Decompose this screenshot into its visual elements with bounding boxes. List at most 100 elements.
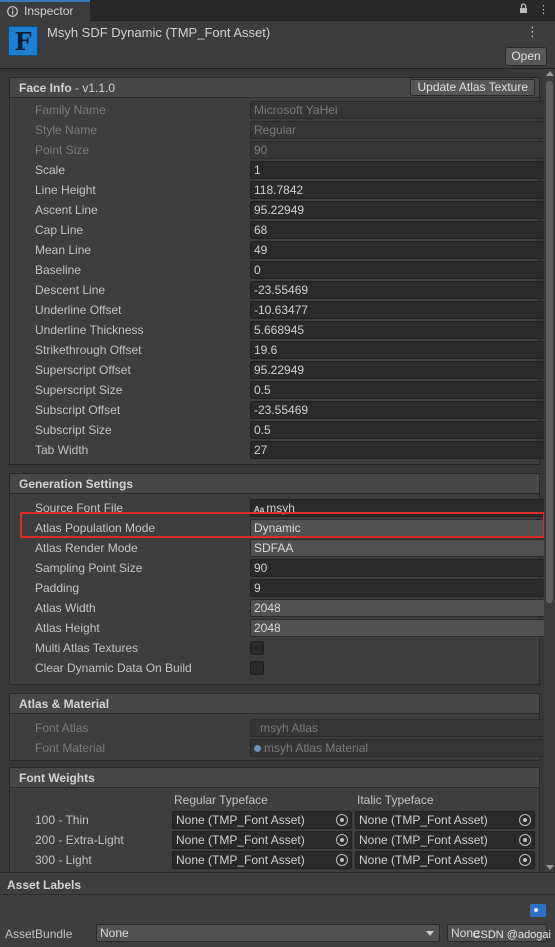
field-label: Baseline — [35, 263, 82, 277]
generation-settings-header[interactable]: Generation Settings — [10, 474, 539, 494]
italic-typeface-header: Italic Typeface — [357, 793, 434, 807]
clear-dynamic-checkbox[interactable] — [250, 661, 264, 675]
face-info-row: Superscript Size 0.5 — [34, 380, 544, 400]
font-weight-label: 200 - Extra-Light — [35, 833, 124, 847]
italic-typeface-value: None (TMP_Font Asset) — [359, 833, 488, 847]
face-info-row: Family Name Microsoft YaHei — [34, 100, 544, 120]
multi-atlas-row: Multi Atlas Textures — [34, 638, 539, 658]
multi-atlas-checkbox[interactable] — [250, 641, 264, 655]
assetbundle-dropdown[interactable]: None — [96, 924, 440, 942]
field-label: Subscript Offset — [35, 403, 121, 417]
kebab-menu-icon[interactable]: ⋮ — [526, 24, 539, 40]
atlas-width-dropdown[interactable]: 2048 — [250, 599, 544, 617]
field-value[interactable]: 118.7842 — [250, 181, 544, 199]
field-value[interactable]: 49 — [250, 241, 544, 259]
field-value: 90 — [250, 141, 544, 159]
field-label: Subscript Size — [35, 423, 112, 437]
field-label: Underline Thickness — [35, 323, 144, 337]
font-weights-columns: Regular Typeface Italic Typeface — [34, 790, 539, 810]
atlas-height-label: Atlas Height — [35, 621, 100, 635]
field-value[interactable]: 1 — [250, 161, 544, 179]
field-label: Superscript Size — [35, 383, 123, 397]
field-value[interactable]: -23.55469 — [250, 281, 544, 299]
chevron-down-icon — [426, 931, 434, 936]
field-label: Family Name — [35, 103, 106, 117]
field-value[interactable]: 68 — [250, 221, 544, 239]
vertical-scrollbar[interactable] — [544, 69, 555, 872]
face-info-row: Underline Thickness 5.668945 — [34, 320, 544, 340]
padding-label: Padding — [35, 581, 80, 595]
font-weights-header[interactable]: Font Weights — [10, 768, 539, 788]
field-value[interactable]: 5.668945 — [250, 321, 544, 339]
font-material-value: msyh Atlas Material — [264, 741, 369, 755]
font-asset-icon: F — [8, 26, 38, 56]
asset-labels-panel: Asset Labels AssetBundle None None CSDN … — [0, 872, 555, 947]
face-info-row: Baseline 0 — [34, 260, 544, 280]
field-value[interactable]: 95.22949 — [250, 201, 544, 219]
scroll-thumb[interactable] — [546, 81, 553, 603]
field-value[interactable]: 27 — [250, 441, 544, 459]
font-material-field: msyh Atlas Material — [250, 739, 544, 757]
object-picker-icon[interactable] — [336, 854, 348, 866]
field-value: Regular — [250, 121, 544, 139]
atlas-material-header[interactable]: Atlas & Material — [10, 694, 539, 714]
object-picker-icon[interactable] — [519, 834, 531, 846]
lock-icon[interactable] — [519, 3, 528, 14]
object-picker-icon[interactable] — [519, 814, 531, 826]
field-value[interactable]: 95.22949 — [250, 361, 544, 379]
more-options-icon[interactable]: ⋮ — [538, 3, 549, 16]
clear-dynamic-row: Clear Dynamic Data On Build — [34, 658, 539, 678]
regular-typeface-field[interactable]: None (TMP_Font Asset) — [172, 851, 352, 869]
tab-inspector[interactable]: Inspector — [0, 0, 90, 21]
watermark: CSDN @adogai — [472, 929, 551, 941]
render-mode-dropdown[interactable]: SDFAA — [250, 539, 544, 557]
atlas-height-row: Atlas Height 2048 — [34, 618, 544, 638]
render-mode-label: Atlas Render Mode — [35, 541, 138, 555]
italic-typeface-field[interactable]: None (TMP_Font Asset) — [355, 851, 535, 869]
field-label: Tab Width — [35, 443, 89, 457]
regular-typeface-field[interactable]: None (TMP_Font Asset) — [172, 811, 352, 829]
update-atlas-texture-button[interactable]: Update Atlas Texture — [410, 79, 535, 96]
field-value[interactable]: 0 — [250, 261, 544, 279]
field-value[interactable]: -23.55469 — [250, 401, 544, 419]
render-mode-row: Atlas Render Mode SDFAA — [34, 538, 544, 558]
scroll-down-icon[interactable] — [546, 865, 554, 870]
regular-typeface-header: Regular Typeface — [174, 793, 268, 807]
field-label: Strikethrough Offset — [35, 343, 142, 357]
font-atlas-row: Font Atlas msyh Atlas — [34, 718, 544, 738]
tab-bar: Inspector ⋮ — [0, 0, 555, 21]
face-info-header[interactable]: Face Info - v1.1.0 Update Atlas Texture — [10, 78, 539, 98]
face-info-row: Cap Line 68 — [34, 220, 544, 240]
field-label: Point Size — [35, 143, 90, 157]
field-value[interactable]: 0.5 — [250, 381, 544, 399]
render-mode-value: SDFAA — [254, 541, 294, 555]
inspector-content: Face Info - v1.1.0 Update Atlas Texture … — [0, 69, 544, 872]
clear-dynamic-label: Clear Dynamic Data On Build — [35, 661, 192, 675]
font-weights-section: Font Weights Regular Typeface Italic Typ… — [9, 767, 540, 872]
field-value: Microsoft YaHei — [250, 101, 544, 119]
highlight-box — [20, 512, 544, 538]
field-value[interactable]: 0.5 — [250, 421, 544, 439]
face-info-row: Subscript Size 0.5 — [34, 420, 544, 440]
atlas-height-dropdown[interactable]: 2048 — [250, 619, 544, 637]
object-picker-icon[interactable] — [336, 814, 348, 826]
field-label: Underline Offset — [35, 303, 122, 317]
field-label: Line Height — [35, 183, 96, 197]
scroll-up-icon[interactable] — [546, 71, 554, 76]
sampling-size-field[interactable]: 90 — [250, 559, 544, 577]
assetbundle-value: None — [100, 926, 129, 940]
italic-typeface-field[interactable]: None (TMP_Font Asset) — [355, 831, 535, 849]
object-picker-icon[interactable] — [336, 834, 348, 846]
padding-field[interactable]: 9 — [250, 579, 544, 597]
object-picker-icon[interactable] — [519, 854, 531, 866]
italic-typeface-field[interactable]: None (TMP_Font Asset) — [355, 811, 535, 829]
regular-typeface-field[interactable]: None (TMP_Font Asset) — [172, 831, 352, 849]
open-button[interactable]: Open — [505, 47, 547, 66]
face-info-row: Subscript Offset -23.55469 — [34, 400, 544, 420]
atlas-width-label: Atlas Width — [35, 601, 96, 615]
face-info-row: Scale 1 — [34, 160, 544, 180]
label-tag-icon[interactable] — [530, 904, 546, 917]
field-value[interactable]: -10.63477 — [250, 301, 544, 319]
face-info-row: Style Name Regular — [34, 120, 544, 140]
field-value[interactable]: 19.6 — [250, 341, 544, 359]
